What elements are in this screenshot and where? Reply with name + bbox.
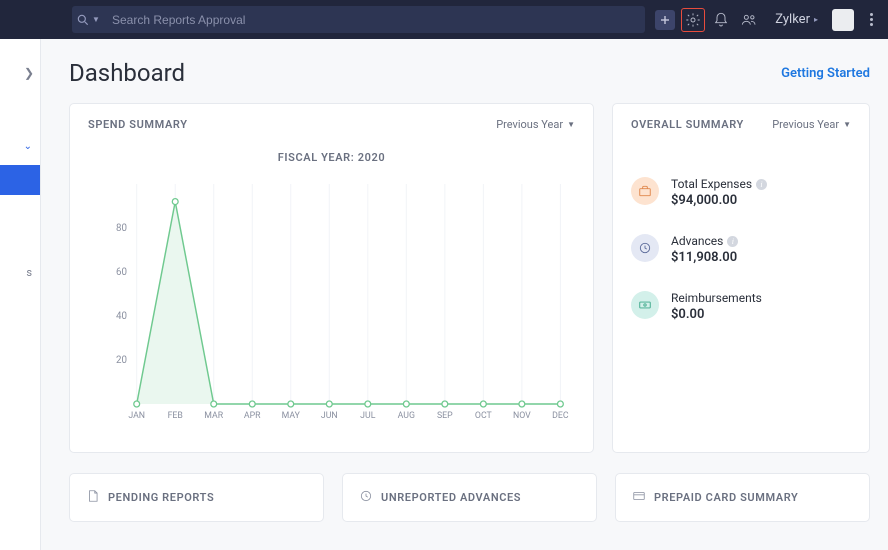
svg-text:20: 20 [116,355,127,366]
pending-reports-label: PENDING REPORTS [108,491,214,504]
card-icon [632,488,646,507]
pending-reports-card[interactable]: PENDING REPORTS [69,473,324,522]
unreported-advances-card[interactable]: UNREPORTED ADVANCES [342,473,597,522]
getting-started-link[interactable]: Getting Started [781,66,870,81]
svg-text:SEP: SEP [437,411,453,421]
search-scope-toggle[interactable]: ▼ [72,6,104,33]
spend-chart: 20 40 60 80 JAN FEB MAR APR MAY JUN JUL AUG SEP OCT NO… [88,174,575,434]
org-switcher[interactable]: Zylker ▸ [775,12,818,27]
sidebar-item-expand[interactable]: ⌄ [0,131,40,161]
reimbursements-value: $0.00 [671,307,762,322]
svg-text:DEC: DEC [552,411,569,421]
org-name: Zylker [775,12,810,27]
svg-text:FEB: FEB [168,411,184,421]
clock-icon [631,234,659,262]
topbar: ▼ Zylker ▸ [0,0,888,39]
notifications-button[interactable] [709,8,733,32]
sidebar: ❯ ⌄ s [0,39,41,550]
advances-value: $11,908.00 [671,250,738,265]
svg-text:JUN: JUN [321,411,338,421]
overall-summary-title: OVERALL SUMMARY [631,118,744,131]
clock-icon [359,488,373,507]
unreported-advances-label: UNREPORTED ADVANCES [381,491,521,504]
overall-period-dropdown[interactable]: Previous Year▼ [772,118,851,131]
total-expenses-value: $94,000.00 [671,193,767,208]
svg-text:MAY: MAY [282,411,301,421]
reimbursements-row: Reimbursements $0.00 [631,291,851,322]
prepaid-card-summary-label: PREPAID CARD SUMMARY [654,491,798,504]
total-expenses-row: Total Expenses i $94,000.00 [631,177,851,208]
settings-button[interactable] [681,8,705,32]
add-button[interactable] [653,8,677,32]
avatar[interactable] [832,9,854,31]
users-button[interactable] [737,8,761,32]
svg-text:NOV: NOV [513,411,531,421]
prepaid-card-summary-card[interactable]: PREPAID CARD SUMMARY [615,473,870,522]
page-title: Dashboard [69,59,185,87]
top-icons: Zylker ▸ [653,8,878,32]
search-wrap: ▼ [72,6,645,33]
svg-text:80: 80 [116,223,127,234]
svg-text:JUL: JUL [360,411,375,421]
sidebar-item-active[interactable] [0,165,40,195]
chart-title: FISCAL YEAR: 2020 [88,151,575,164]
info-icon[interactable]: i [727,236,738,247]
cash-icon [631,291,659,319]
spend-summary-card: SPEND SUMMARY Previous Year▼ FISCAL YEAR… [69,103,594,453]
svg-text:60: 60 [116,267,127,278]
search-input[interactable] [104,6,645,33]
sidebar-item-letter[interactable]: s [26,266,32,279]
gear-icon [685,12,701,28]
users-icon [740,12,758,28]
svg-text:40: 40 [116,311,127,322]
sidebar-toggle[interactable]: ❯ [24,66,34,80]
info-icon[interactable]: i [756,179,767,190]
main: Dashboard Getting Started SPEND SUMMARY … [41,39,888,550]
svg-text:AUG: AUG [398,411,415,421]
reimbursements-label: Reimbursements [671,291,762,305]
document-icon [86,488,100,507]
advances-row: Advances i $11,908.00 [631,234,851,265]
svg-text:OCT: OCT [475,411,493,421]
briefcase-icon [631,177,659,205]
spend-period-dropdown[interactable]: Previous Year▼ [496,118,575,131]
kebab-menu[interactable] [864,13,878,26]
total-expenses-label: Total Expenses [671,177,752,191]
spend-summary-title: SPEND SUMMARY [88,118,188,131]
svg-text:JAN: JAN [128,411,145,421]
bell-icon [713,12,729,28]
advances-label: Advances [671,234,723,248]
overall-summary-card: OVERALL SUMMARY Previous Year▼ Total Exp… [612,103,870,453]
svg-text:APR: APR [244,411,261,421]
svg-text:MAR: MAR [204,411,223,421]
